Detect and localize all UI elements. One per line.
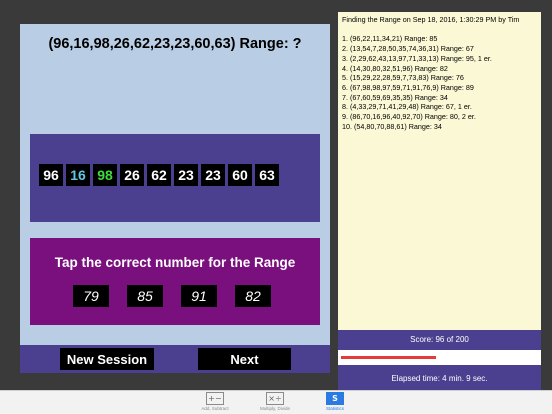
answer-panel: Tap the correct number for the Range 79 … (30, 238, 320, 325)
history-item: 8. (4,33,29,71,41,29,48) Range: 67, 1 er… (342, 102, 472, 112)
add-subtract-icon: +− (206, 392, 224, 405)
number-tile: 60 (228, 164, 252, 186)
answer-choice-button[interactable]: 82 (235, 285, 271, 307)
tab-label: Multiply, Divide (260, 406, 290, 411)
number-tile: 96 (39, 164, 63, 186)
answer-choices: 79 85 91 82 (73, 285, 271, 307)
numbers-panel: 96 16 98 26 62 23 23 60 63 (30, 134, 320, 222)
history-item: 3. (2,29,62,43,13,97,71,33,13) Range: 95… (342, 53, 492, 63)
history-item: 1. (96,22,11,34,21) Range: 85 (342, 34, 438, 44)
score-text: Score: 96 of 200 (338, 330, 541, 350)
history-item: 5. (15,29,22,28,59,7,73,83) Range: 76 (342, 73, 464, 83)
number-tile: 23 (174, 164, 198, 186)
tab-statistics[interactable]: S Statistics (305, 392, 365, 411)
next-button[interactable]: Next (198, 348, 291, 370)
number-tile: 26 (120, 164, 144, 186)
tab-add-subtract[interactable]: +− Add, Subtract (185, 392, 245, 411)
number-tile: 62 (147, 164, 171, 186)
number-tile: 16 (66, 164, 90, 186)
answer-choice-button[interactable]: 79 (73, 285, 109, 307)
number-tile: 23 (201, 164, 225, 186)
history-item: 10. (54,80,70,88,61) Range: 34 (342, 121, 442, 131)
number-tile: 63 (255, 164, 279, 186)
question-panel: (96,16,98,26,62,23,23,60,63) Range: ? 96… (20, 24, 330, 345)
tab-label: Statistics (325, 406, 344, 411)
score-progress-bar (338, 350, 541, 365)
score-progress-fill (341, 356, 436, 359)
statistics-icon: S (326, 392, 344, 405)
tab-bar: +− Add, Subtract ×÷ Multiply, Divide S S… (0, 390, 552, 414)
answer-choice-button[interactable]: 85 (127, 285, 163, 307)
action-bar: New Session Next (20, 345, 330, 373)
tab-multiply-divide[interactable]: ×÷ Multiply, Divide (245, 392, 305, 411)
history-item: 9. (86,70,16,96,40,92,70) Range: 80, 2 e… (342, 112, 476, 122)
answer-choice-button[interactable]: 91 (181, 285, 217, 307)
elapsed-time: Elapsed time: 4 min. 9 sec. (338, 365, 541, 390)
history-item: 4. (14,30,80,32,51,96) Range: 82 (342, 63, 448, 73)
number-row: 96 16 98 26 62 23 23 60 63 (39, 164, 279, 186)
number-tile: 98 (93, 164, 117, 186)
new-session-button[interactable]: New Session (60, 348, 154, 370)
history-title: Finding the Range on Sep 18, 2016, 1:30:… (342, 15, 520, 24)
multiply-divide-icon: ×÷ (266, 392, 284, 405)
history-panel: Finding the Range on Sep 18, 2016, 1:30:… (338, 12, 541, 330)
tab-label: Add, Subtract (201, 406, 229, 411)
history-item: 2. (13,54,7,28,50,35,74,36,31) Range: 67 (342, 44, 474, 54)
history-list: 1. (96,22,11,34,21) Range: 85 2. (13,54,… (342, 34, 492, 131)
history-item: 7. (67,60,59,69,35,35) Range: 34 (342, 92, 448, 102)
history-item: 6. (67,98,98,97,59,71,91,76,9) Range: 89 (342, 82, 474, 92)
question-text: (96,16,98,26,62,23,23,60,63) Range: ? (48, 36, 302, 52)
answer-prompt: Tap the correct number for the Range (54, 255, 296, 270)
